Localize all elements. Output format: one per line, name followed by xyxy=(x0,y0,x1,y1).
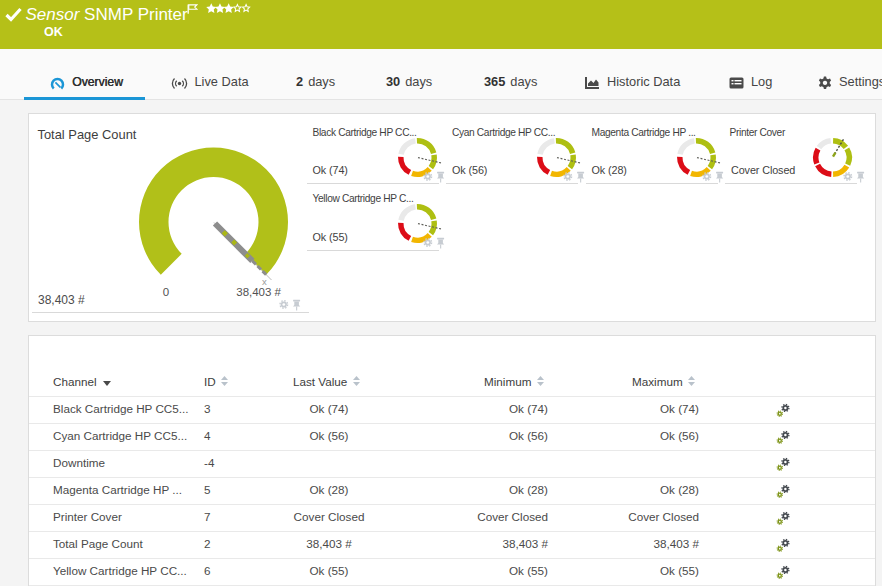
svg-text:x: x xyxy=(262,276,267,287)
